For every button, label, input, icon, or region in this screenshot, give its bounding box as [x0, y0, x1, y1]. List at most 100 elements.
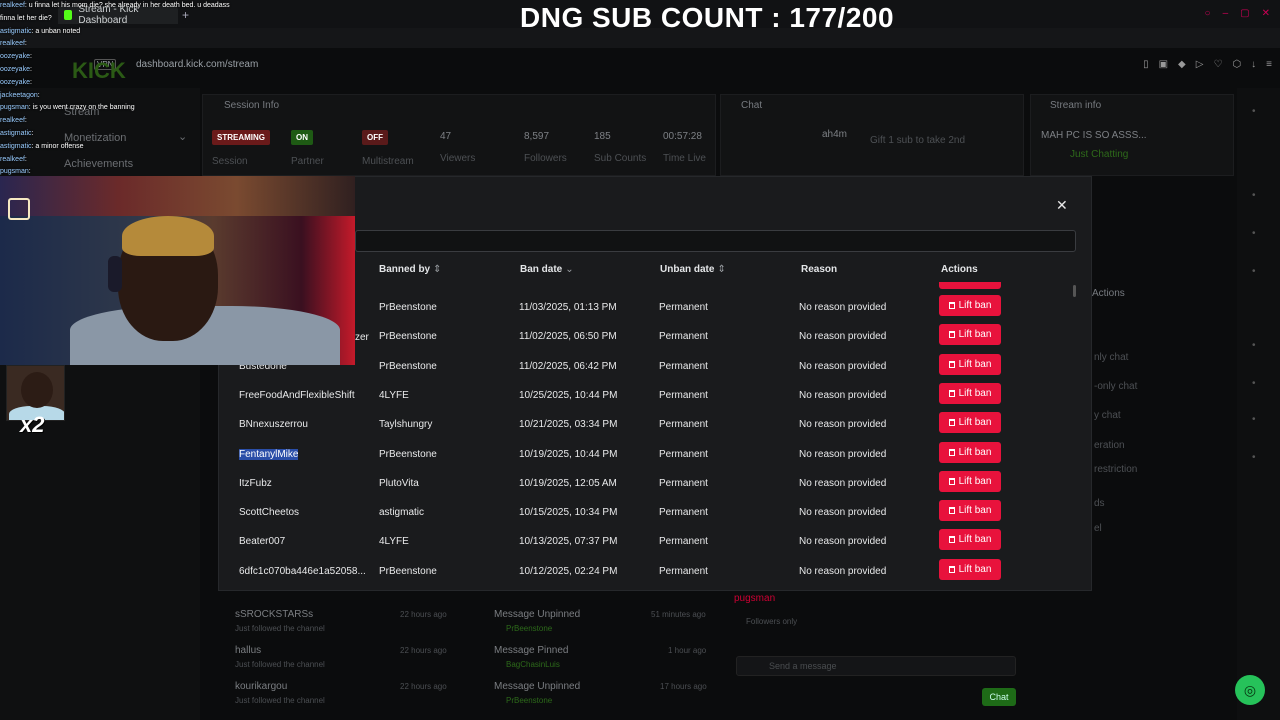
multistream-badge: OFF — [362, 130, 388, 145]
rail-icon[interactable]: • — [1252, 106, 1256, 117]
col-unban-date[interactable]: Unban date ⇕ — [660, 264, 726, 275]
lift-ban-button[interactable]: Lift ban — [939, 412, 1001, 434]
modlog-by[interactable]: PrBeenstone — [506, 624, 552, 633]
action-item[interactable]: el — [1094, 523, 1102, 534]
shield-icon[interactable]: ◆ — [1178, 59, 1186, 70]
partial-username: zer — [355, 332, 369, 343]
webcam-overlay — [0, 176, 355, 365]
modlog-title: Message Pinned — [494, 645, 569, 656]
lift-ban-button[interactable]: Lift ban — [939, 382, 1001, 404]
streamer-hair — [122, 216, 214, 256]
actions-title: Actions — [1092, 288, 1125, 299]
close-icon[interactable]: ✕ — [1056, 197, 1068, 214]
banned-username: BNnexuszerrou — [239, 419, 308, 431]
rail-icon[interactable]: • — [1252, 266, 1256, 277]
ban-table-row: FreeFoodAndFlexibleShift 4LYFE 10/25/2025,… — [219, 382, 1069, 412]
screenshot-icon[interactable]: ▣ — [1159, 59, 1168, 70]
lift-ban-button[interactable]: Lift ban — [939, 353, 1001, 375]
browser-toolbar: ▯ ▣ ◆ ▷ ♡ ⬡ ↓ ≡ — [1143, 59, 1272, 70]
maximize-icon[interactable]: ▢ — [1240, 8, 1249, 19]
lift-ban-button[interactable]: Lift ban — [939, 470, 1001, 492]
rail-icon[interactable]: • — [1252, 414, 1256, 425]
ban-search-input[interactable] — [355, 230, 1076, 252]
lift-ban-label: Lift ban — [958, 534, 992, 546]
rail-icon[interactable]: • — [1252, 340, 1256, 351]
lift-ban-button[interactable]: Lift ban — [939, 295, 1001, 316]
col-ban-date[interactable]: Ban date ⌄ — [520, 264, 574, 275]
search-icon[interactable]: ○ — [1205, 8, 1211, 19]
chat-send-button[interactable]: Chat — [982, 688, 1016, 706]
lift-ban-button[interactable]: Lift ban — [939, 500, 1001, 522]
chat-line: finna let her die? — [0, 13, 260, 26]
modlog-by[interactable]: BagChasinLuis — [506, 660, 560, 669]
ban-reason: No reason provided — [799, 477, 887, 489]
lift-ban-button[interactable]: Lift ban — [939, 324, 1001, 346]
chat-line: realkeef: — [0, 154, 260, 167]
viewers-value: 47 — [440, 131, 452, 142]
stream-title: MAH PC IS SO ASSS... — [1041, 130, 1147, 141]
ban-reason: No reason provided — [799, 389, 887, 401]
ban-reason: No reason provided — [799, 419, 887, 431]
chat-message: : — [29, 53, 32, 61]
ban-reason: No reason provided — [799, 565, 887, 577]
trash-icon — [948, 536, 955, 544]
lift-ban-label: Lift ban — [958, 300, 992, 311]
minimize-icon[interactable]: – — [1223, 8, 1229, 19]
chat-username: astigmatic — [0, 142, 32, 150]
rail-icon[interactable]: • — [1252, 452, 1256, 463]
lift-ban-button[interactable]: Lift ban — [939, 529, 1001, 551]
lift-ban-button[interactable]: Lift ban — [939, 441, 1001, 463]
modlog-title: Message Unpinned — [494, 681, 581, 692]
chat-message: : a unban noted — [31, 27, 81, 35]
play-icon[interactable]: ▷ — [1196, 59, 1204, 70]
ban-table-row: 6dfc1c070ba446e1a52058... PrBeenstone 10/1… — [219, 558, 1069, 588]
follower-sub: Just followed the channel — [235, 660, 325, 669]
rail-icon[interactable]: • — [1252, 228, 1256, 239]
partner-badge: ON — [291, 130, 313, 145]
category-link[interactable]: Just Chatting — [1070, 149, 1128, 160]
col-banned-by[interactable]: Banned by ⇕ — [379, 264, 442, 275]
bookmark-icon[interactable]: ▯ — [1143, 59, 1149, 70]
menu-icon[interactable]: ≡ — [1266, 59, 1272, 70]
extensions-icon[interactable]: ⬡ — [1232, 59, 1241, 70]
ban-reason: No reason provided — [799, 507, 887, 519]
ban-reason: No reason provided — [799, 302, 887, 313]
unban-date: Permanent — [659, 565, 708, 577]
action-item[interactable]: ds — [1094, 498, 1105, 509]
action-item[interactable]: y chat — [1094, 410, 1121, 421]
modlog-by[interactable]: PrBeenstone — [506, 696, 552, 705]
chat-input[interactable]: Send a message — [736, 656, 1016, 676]
banned-by: Taylshungry — [379, 419, 433, 431]
followers-only-label: Followers only — [746, 617, 798, 626]
action-item[interactable]: eration — [1094, 440, 1125, 451]
lift-ban-label: Lift ban — [958, 505, 992, 517]
trash-icon — [948, 565, 955, 573]
help-chat-icon[interactable]: ◎ — [1235, 675, 1265, 705]
banned-by: PrBeenstone — [379, 448, 437, 460]
action-item[interactable]: restriction — [1094, 464, 1137, 475]
ban-date: 11/02/2025, 06:50 PM — [519, 331, 617, 343]
scrollbar[interactable] — [1073, 285, 1076, 297]
rail-icon[interactable]: • — [1252, 378, 1256, 389]
chat-message: : a minor offense — [31, 142, 84, 150]
lift-ban-button[interactable]: Lift ban — [939, 558, 1001, 580]
action-item[interactable]: -only chat — [1094, 381, 1137, 392]
action-item[interactable]: nly chat — [1094, 352, 1128, 363]
heart-icon[interactable]: ♡ — [1213, 59, 1222, 70]
ban-reason: No reason provided — [799, 448, 887, 460]
download-icon[interactable]: ↓ — [1251, 59, 1256, 70]
modlog-title: Message Unpinned — [494, 609, 581, 620]
lift-ban-button-partial[interactable] — [939, 282, 1001, 289]
face — [21, 372, 53, 408]
rail-icon[interactable]: • — [1252, 190, 1256, 201]
unban-date: Permanent — [659, 389, 708, 401]
ban-reason: No reason provided — [799, 536, 887, 548]
chat-message: : is you went crazy on the banning — [28, 104, 135, 112]
banned-by: PrBeenstone — [379, 331, 437, 343]
chat-message: : — [31, 129, 34, 137]
chat-message: finna let her die? — [0, 14, 52, 22]
close-window-icon[interactable]: ✕ — [1262, 8, 1270, 19]
col-reason: Reason — [801, 264, 838, 275]
ban-table-row: ScottCheetos astigmatic 10/15/2025, 10:34 … — [219, 500, 1069, 529]
ban-date: 11/02/2025, 06:42 PM — [519, 360, 617, 372]
